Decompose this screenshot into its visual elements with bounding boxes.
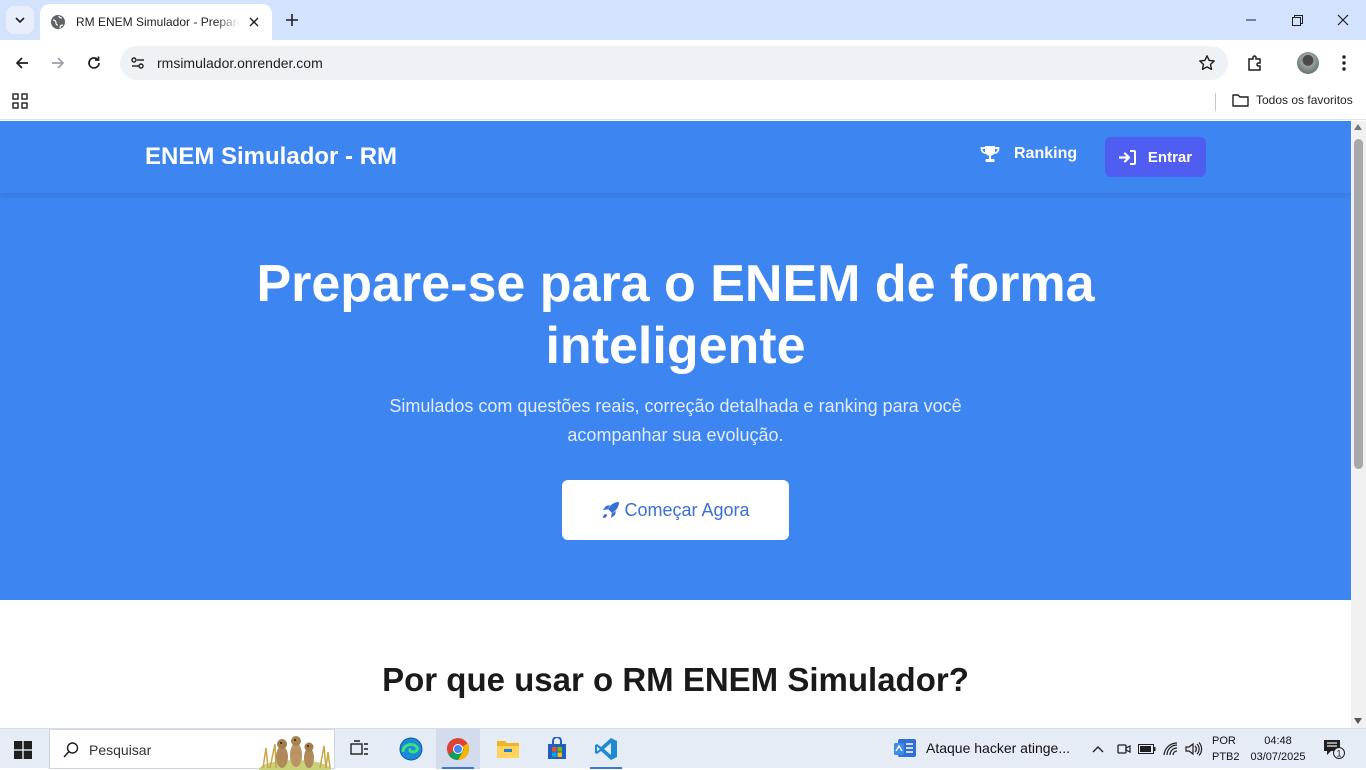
page-scrollbar[interactable]	[1351, 121, 1366, 728]
chevron-down-icon	[15, 17, 25, 24]
bookmarks-separator	[1215, 93, 1216, 111]
browser-tab[interactable]: RM ENEM Simulador - Prepare-se para o EN…	[40, 4, 272, 40]
browser-toolbar: rmsimulador.onrender.com	[0, 40, 1366, 86]
site-settings-icon[interactable]	[128, 53, 148, 73]
windows-start-icon[interactable]	[14, 741, 32, 759]
language-code: POR	[1212, 735, 1236, 747]
battery-icon[interactable]	[1138, 739, 1156, 759]
hero-title-line2: inteligente	[545, 317, 806, 375]
page-viewport: ENEM Simulador - RM Ranking Entrar Prepa…	[0, 121, 1351, 728]
why-section-title: Por que usar o RM ENEM Simulador?	[382, 661, 969, 698]
back-button[interactable]	[8, 49, 36, 77]
address-bar[interactable]: rmsimulador.onrender.com	[120, 46, 1228, 80]
folder-app-icon	[497, 741, 519, 758]
taskbar-clock[interactable]: 04:48 03/07/2025	[1246, 733, 1310, 765]
start-now-label: Começar Agora	[624, 499, 750, 520]
hero-subtitle: Simulados com questões reais, correção d…	[389, 396, 962, 445]
hero-title-line1: Prepare-se para o ENEM de forma	[256, 255, 1095, 313]
file-explorer-taskbar-button[interactable]	[486, 729, 530, 769]
tab-title: RM ENEM Simulador - Prepare-se para o EN…	[76, 15, 240, 29]
new-tab-button[interactable]	[280, 8, 304, 32]
task-view-button[interactable]	[338, 729, 382, 769]
trophy-icon	[980, 146, 1000, 162]
restore-icon	[1291, 14, 1303, 26]
store-icon	[548, 737, 566, 759]
reload-button[interactable]	[80, 49, 108, 77]
clock-time: 04:48	[1264, 735, 1292, 747]
forward-button[interactable]	[44, 49, 72, 77]
vscode-icon	[595, 738, 617, 760]
chevron-up-icon	[1092, 746, 1104, 753]
volume-icon[interactable]	[1185, 739, 1203, 759]
edge-icon	[399, 737, 423, 761]
vscode-taskbar-button[interactable]	[584, 729, 628, 769]
site-brand[interactable]: ENEM Simulador - RM	[145, 143, 397, 171]
news-icon	[894, 739, 916, 757]
all-bookmarks-button[interactable]: Todos os favoritos	[1232, 93, 1353, 107]
sign-in-icon	[1118, 149, 1136, 165]
start-now-button[interactable]: Começar Agora	[562, 480, 789, 540]
close-tab-icon[interactable]	[246, 14, 262, 30]
browser-tab-bar: RM ENEM Simulador - Prepare-se para o EN…	[0, 0, 1366, 40]
minimize-icon	[1246, 19, 1256, 21]
globe-icon	[50, 14, 66, 30]
folder-icon	[1232, 94, 1249, 107]
close-icon	[1337, 14, 1349, 26]
chrome-taskbar-button[interactable]	[436, 729, 480, 769]
rocket-icon	[603, 501, 620, 518]
apps-grid-icon[interactable]	[12, 93, 28, 109]
restore-button[interactable]	[1274, 0, 1320, 40]
meet-now-icon[interactable]	[1114, 739, 1132, 759]
more-menu-icon[interactable]	[1332, 51, 1356, 75]
url-text[interactable]: rmsimulador.onrender.com	[157, 55, 323, 71]
windows-taskbar: Pesquisar Ataque hacker atinge... POR PT…	[0, 728, 1366, 770]
login-button[interactable]: Entrar	[1105, 137, 1206, 177]
scroll-down-arrow[interactable]	[1354, 718, 1362, 724]
scrollbar-thumb[interactable]	[1354, 139, 1363, 469]
taskbar-search[interactable]: Pesquisar	[49, 729, 335, 770]
edge-taskbar-button[interactable]	[389, 729, 433, 769]
hero-section: Prepare-se para o ENEM de forma intelige…	[0, 193, 1351, 600]
ranking-link[interactable]: Ranking	[980, 145, 1077, 163]
all-bookmarks-label: Todos os favoritos	[1256, 93, 1353, 107]
notification-count: 1	[1336, 749, 1341, 759]
search-placeholder: Pesquisar	[89, 742, 152, 758]
clock-date: 03/07/2025	[1250, 751, 1306, 763]
news-widget[interactable]: Ataque hacker atinge...	[893, 737, 1070, 759]
hero-title: Prepare-se para o ENEM de forma intelige…	[0, 253, 1351, 377]
bookmark-star-icon[interactable]	[1198, 54, 1216, 72]
task-view-icon	[350, 740, 368, 755]
input-language-indicator[interactable]: POR PTB2	[1212, 733, 1240, 765]
store-taskbar-button[interactable]	[535, 729, 579, 769]
extensions-icon[interactable]	[1243, 51, 1267, 75]
ranking-label: Ranking	[1014, 145, 1078, 162]
keyboard-layout: PTB2	[1212, 751, 1240, 763]
reload-icon	[88, 56, 100, 69]
bookmarks-bar: Todos os favoritos	[0, 86, 1366, 120]
chrome-icon	[447, 738, 469, 760]
close-window-button[interactable]	[1320, 0, 1366, 40]
search-icon	[63, 742, 79, 758]
scroll-up-arrow[interactable]	[1354, 124, 1362, 130]
tray-overflow-button[interactable]	[1089, 739, 1107, 759]
wifi-icon[interactable]	[1162, 739, 1180, 759]
arrow-left-icon	[15, 57, 28, 69]
search-highlight-illustration	[259, 736, 331, 770]
login-label: Entrar	[1147, 148, 1193, 166]
plus-icon	[286, 14, 298, 26]
arrow-right-icon	[52, 57, 65, 69]
minimize-button[interactable]	[1228, 0, 1274, 40]
news-headline: Ataque hacker atinge...	[926, 740, 1070, 756]
notification-center-icon[interactable]: 1	[1323, 739, 1345, 759]
profile-avatar[interactable]	[1297, 52, 1319, 74]
tab-search-button[interactable]	[6, 6, 34, 34]
site-navbar: ENEM Simulador - RM Ranking Entrar	[0, 121, 1351, 193]
